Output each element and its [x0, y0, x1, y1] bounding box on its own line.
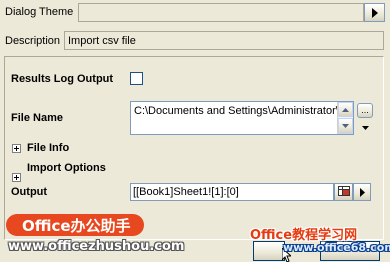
ok-button[interactable]: [253, 241, 285, 261]
results-log-label: Results Log Output: [11, 73, 114, 85]
description-field[interactable]: Import csv file: [64, 31, 384, 50]
dropdown-arrow-icon: [361, 126, 369, 130]
play-arrow-icon: [359, 187, 365, 197]
range-select-button[interactable]: [334, 183, 353, 201]
file-name-dropdown[interactable]: [358, 122, 372, 134]
expand-plus-icon[interactable]: [12, 173, 21, 182]
description-value: Import csv file: [68, 35, 136, 47]
scroll-down-icon: [342, 124, 349, 128]
output-label: Output: [11, 186, 48, 198]
expand-plus-icon[interactable]: [12, 144, 21, 153]
import-options-label[interactable]: Import Options: [27, 162, 106, 174]
scroll-down-button[interactable]: [338, 118, 353, 134]
file-name-value: C:\Documents and Settings\Administrator\: [134, 105, 339, 117]
output-value: [[Book1]Sheet1![1]:[0]: [133, 186, 239, 198]
file-name-label: File Name: [11, 112, 63, 124]
description-label: Description: [5, 35, 61, 47]
left-watermark-brand: Office办公助手: [22, 217, 131, 235]
dialog-theme-label: Dialog Theme: [5, 6, 74, 18]
range-select-icon: [337, 186, 350, 196]
right-watermark-url: www.office68.com: [283, 241, 390, 254]
browse-button[interactable]: ...: [357, 103, 373, 118]
file-name-scrollbar[interactable]: [337, 102, 353, 134]
output-run-button[interactable]: [353, 183, 371, 201]
browse-button-label: ...: [361, 105, 369, 115]
scroll-up-button[interactable]: [338, 102, 353, 117]
results-log-checkbox[interactable]: [130, 72, 143, 85]
play-arrow-icon: [371, 7, 378, 18]
left-watermark-url: www.officezhushou.com: [8, 239, 185, 254]
dialog-theme-field: [78, 3, 364, 22]
scroll-up-icon: [342, 107, 349, 112]
file-name-input[interactable]: C:\Documents and Settings\Administrator\: [130, 101, 354, 135]
file-info-label[interactable]: File Info: [27, 142, 69, 154]
output-input[interactable]: [[Book1]Sheet1![1]:[0]: [130, 183, 334, 201]
dialog-theme-run-button[interactable]: [364, 3, 385, 22]
